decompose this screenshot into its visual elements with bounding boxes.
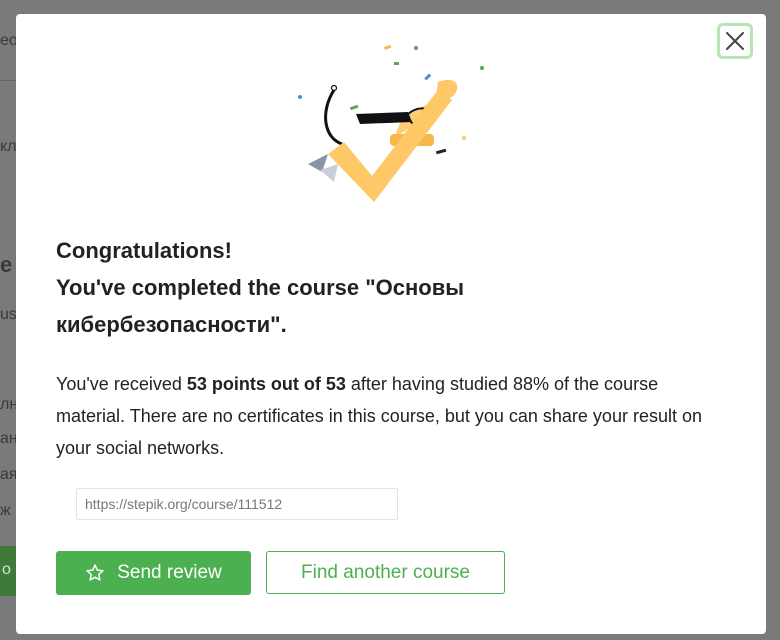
congratulations-heading: Congratulations! You've completed the co… xyxy=(56,232,676,343)
close-icon xyxy=(726,32,744,50)
heading-line: You've completed the course "Основы xyxy=(56,275,465,300)
finger xyxy=(436,79,458,100)
heading-line: кибербезопасности". xyxy=(56,312,287,337)
horn xyxy=(356,112,412,124)
star-icon xyxy=(86,564,104,581)
send-review-label: Send review xyxy=(117,562,222,583)
points-summary: 53 points out of 53 xyxy=(186,374,346,394)
background-text: ая xyxy=(0,466,18,483)
close-button[interactable] xyxy=(717,23,753,59)
find-another-course-button[interactable]: Find another course xyxy=(266,551,505,594)
share-link-input[interactable] xyxy=(76,488,398,520)
confetti xyxy=(349,104,359,111)
background-text: кл xyxy=(0,138,17,155)
confetti xyxy=(298,95,302,99)
confetti xyxy=(435,148,447,155)
checkmark xyxy=(328,90,452,202)
confetti xyxy=(383,44,392,50)
background-text: е xyxy=(0,252,13,277)
celebration-checkmark-illustration xyxy=(298,44,484,202)
confetti xyxy=(394,62,399,65)
background-divider xyxy=(0,80,16,81)
arc-stroke xyxy=(324,89,343,146)
confetti xyxy=(414,46,418,50)
confetti xyxy=(480,66,484,70)
heading-line: Congratulations! xyxy=(56,238,232,263)
find-course-label: Find another course xyxy=(301,561,470,583)
background-button: о xyxy=(0,546,16,596)
confetti xyxy=(424,73,432,81)
course-complete-modal: Congratulations! You've completed the co… xyxy=(16,14,766,634)
message-prefix: You've received xyxy=(56,374,187,394)
send-review-button[interactable]: Send review xyxy=(56,551,251,595)
background-text: us xyxy=(0,306,17,323)
background-text: ж xyxy=(0,502,11,519)
confetti xyxy=(462,136,466,140)
completion-message: You've received 53 points out of 53 afte… xyxy=(56,368,716,464)
